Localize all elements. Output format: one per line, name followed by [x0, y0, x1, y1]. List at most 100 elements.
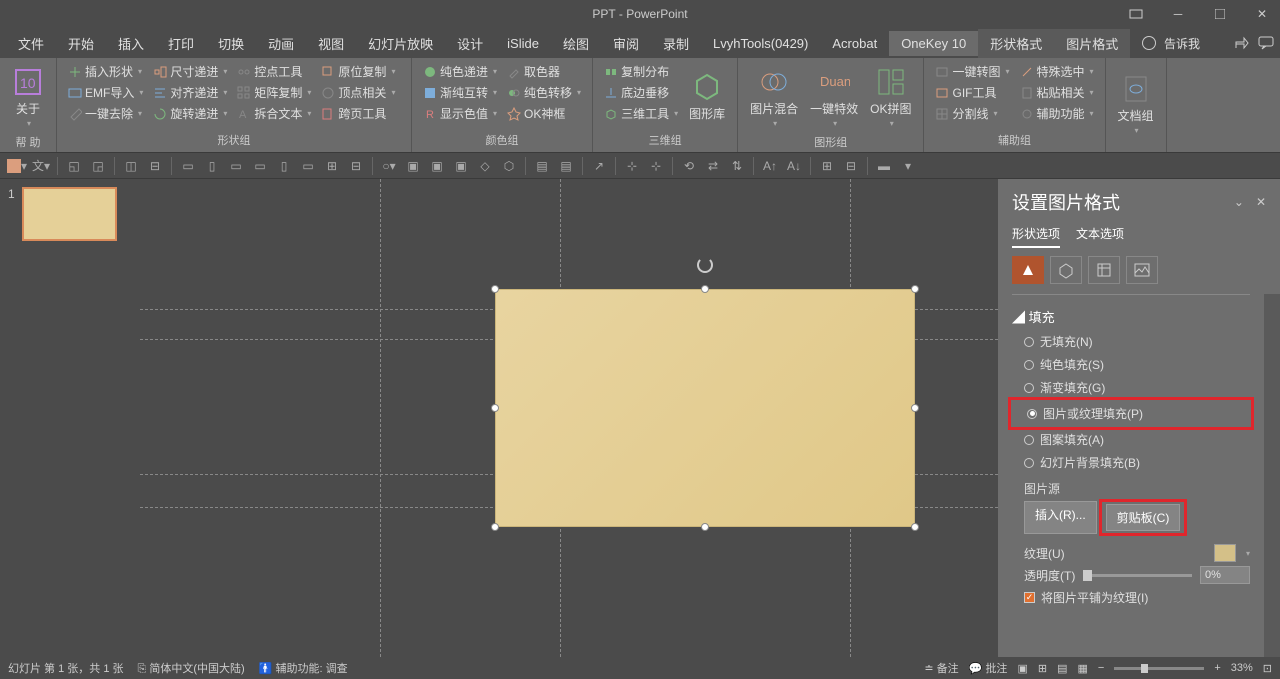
- qb-item[interactable]: ◫: [120, 156, 142, 176]
- slideshow-view-icon[interactable]: ▦: [1077, 662, 1087, 675]
- size-props-icon[interactable]: [1088, 256, 1120, 284]
- selected-shape[interactable]: [495, 289, 915, 527]
- qb-item[interactable]: ◱: [63, 156, 85, 176]
- qb-item[interactable]: ◇: [474, 156, 496, 176]
- insert-shape-button[interactable]: 插入形状▾: [65, 62, 146, 81]
- effects-icon[interactable]: [1050, 256, 1082, 284]
- close-icon[interactable]: ✕: [1250, 4, 1274, 24]
- qb-item[interactable]: ⊹: [621, 156, 643, 176]
- tab-record[interactable]: 录制: [651, 29, 701, 58]
- tab-draw[interactable]: 绘图: [551, 29, 601, 58]
- ok-pin-button[interactable]: OK拼图▾: [866, 62, 915, 132]
- checkbox-tile[interactable]: ✓将图片平铺为纹理(I): [1012, 586, 1250, 609]
- comments-button[interactable]: 💬 批注: [969, 660, 1008, 676]
- resize-handle[interactable]: [701, 285, 709, 293]
- gif-tool-button[interactable]: GIF工具: [932, 83, 1012, 102]
- fill-section-title[interactable]: ◢ 填充: [1012, 303, 1250, 330]
- qb-fill-icon[interactable]: ▾: [6, 156, 28, 176]
- radio-picture-fill[interactable]: 图片或纹理填充(P): [1015, 402, 1247, 425]
- qb-item[interactable]: ▣: [450, 156, 472, 176]
- qb-item[interactable]: ⇄: [702, 156, 724, 176]
- align-iter-button[interactable]: 对齐递进▾: [150, 83, 230, 102]
- remove-button[interactable]: 一键去除▾: [65, 104, 146, 123]
- tab-view[interactable]: 视图: [306, 29, 356, 58]
- tab-onekey[interactable]: OneKey 10: [889, 31, 978, 56]
- tab-transition[interactable]: 切换: [206, 29, 256, 58]
- cross-page-button[interactable]: 跨页工具: [318, 104, 398, 123]
- qb-item[interactable]: ▬: [873, 156, 895, 176]
- qb-item[interactable]: ▯: [273, 156, 295, 176]
- bottom-shift-button[interactable]: 底边垂移: [601, 83, 681, 102]
- ok-god-button[interactable]: OK神框: [504, 104, 584, 123]
- qb-item[interactable]: ◲: [87, 156, 109, 176]
- zoom-value[interactable]: 33%: [1231, 662, 1253, 674]
- qb-item[interactable]: ▾: [897, 156, 919, 176]
- tab-islide[interactable]: iSlide: [495, 31, 551, 56]
- panel-dropdown-icon[interactable]: ⌄: [1234, 195, 1244, 209]
- resize-handle[interactable]: [491, 523, 499, 531]
- solid-iter-button[interactable]: 纯色递进▾: [420, 62, 500, 81]
- qb-item[interactable]: A↑: [759, 156, 781, 176]
- slide-thumb-1[interactable]: [22, 187, 117, 241]
- grad-swap-button[interactable]: 渐纯互转▾: [420, 83, 500, 102]
- show-color-button[interactable]: R显示色值▾: [420, 104, 500, 123]
- qb-item[interactable]: ⊞: [816, 156, 838, 176]
- qb-item[interactable]: ▯: [201, 156, 223, 176]
- tab-acrobat[interactable]: Acrobat: [820, 31, 889, 56]
- split-text-button[interactable]: A拆合文本▾: [234, 104, 314, 123]
- insert-button[interactable]: 插入(R)...: [1024, 501, 1097, 534]
- clipboard-button[interactable]: 剪贴板(C): [1106, 504, 1181, 531]
- transparency-slider[interactable]: [1083, 574, 1192, 577]
- qb-item[interactable]: ⇅: [726, 156, 748, 176]
- panel-close-icon[interactable]: ✕: [1256, 195, 1266, 209]
- qb-item[interactable]: ▣: [402, 156, 424, 176]
- radio-solid-fill[interactable]: 纯色填充(S): [1012, 353, 1250, 376]
- reading-view-icon[interactable]: ▤: [1057, 662, 1067, 675]
- resize-handle[interactable]: [701, 523, 709, 531]
- qb-item[interactable]: ▣: [426, 156, 448, 176]
- qb-item[interactable]: ⬡: [498, 156, 520, 176]
- qb-item[interactable]: ▭: [177, 156, 199, 176]
- tab-review[interactable]: 审阅: [601, 29, 651, 58]
- share-icon[interactable]: [1234, 36, 1250, 50]
- tab-print[interactable]: 打印: [156, 29, 206, 58]
- picture-icon[interactable]: [1126, 256, 1158, 284]
- tab-slideshow[interactable]: 幻灯片放映: [356, 29, 445, 58]
- 3d-tool-button[interactable]: 三维工具▾: [601, 104, 681, 123]
- split-line-button[interactable]: 分割线▾: [932, 104, 1012, 123]
- qb-item[interactable]: ▭: [297, 156, 319, 176]
- panel-scrollbar[interactable]: [1264, 294, 1280, 657]
- qb-item[interactable]: ▭: [249, 156, 271, 176]
- aux-func-button[interactable]: 辅助功能▾: [1017, 104, 1097, 123]
- resize-handle[interactable]: [911, 285, 919, 293]
- qb-item[interactable]: ⊟: [840, 156, 862, 176]
- accessibility-indicator[interactable]: 🚹 辅助功能: 调查: [259, 660, 348, 676]
- radio-no-fill[interactable]: 无填充(N): [1012, 330, 1250, 353]
- qb-text-icon[interactable]: 文▾: [30, 156, 52, 176]
- resize-handle[interactable]: [911, 523, 919, 531]
- texture-swatch[interactable]: [1214, 544, 1236, 562]
- qb-item[interactable]: ▤: [555, 156, 577, 176]
- minimize-icon[interactable]: ─: [1166, 4, 1190, 24]
- resize-handle[interactable]: [491, 404, 499, 412]
- fit-window-icon[interactable]: ⊡: [1263, 662, 1272, 675]
- tab-shape-format[interactable]: 形状格式: [978, 29, 1054, 58]
- fill-line-icon[interactable]: [1012, 256, 1044, 284]
- tab-picture-format[interactable]: 图片格式: [1054, 29, 1130, 58]
- color-trans-button[interactable]: 纯色转移▾: [504, 83, 584, 102]
- maximize-icon[interactable]: [1208, 4, 1232, 24]
- radio-gradient-fill[interactable]: 渐变填充(G): [1012, 376, 1250, 399]
- qb-item[interactable]: ▭: [225, 156, 247, 176]
- matrix-copy-button[interactable]: 矩阵复制▾: [234, 83, 314, 102]
- zoom-out-icon[interactable]: −: [1098, 662, 1104, 674]
- zoom-in-icon[interactable]: +: [1214, 662, 1220, 674]
- tab-text-options[interactable]: 文本选项: [1076, 225, 1124, 248]
- emf-import-button[interactable]: EMF导入▾: [65, 83, 146, 102]
- qb-item[interactable]: ⊟: [345, 156, 367, 176]
- slide-canvas[interactable]: [140, 179, 998, 657]
- tab-shape-options[interactable]: 形状选项: [1012, 225, 1060, 248]
- qb-item[interactable]: ⊞: [321, 156, 343, 176]
- special-sel-button[interactable]: 特殊选中▾: [1017, 62, 1097, 81]
- qb-item[interactable]: A↓: [783, 156, 805, 176]
- rotate-handle[interactable]: [697, 257, 713, 273]
